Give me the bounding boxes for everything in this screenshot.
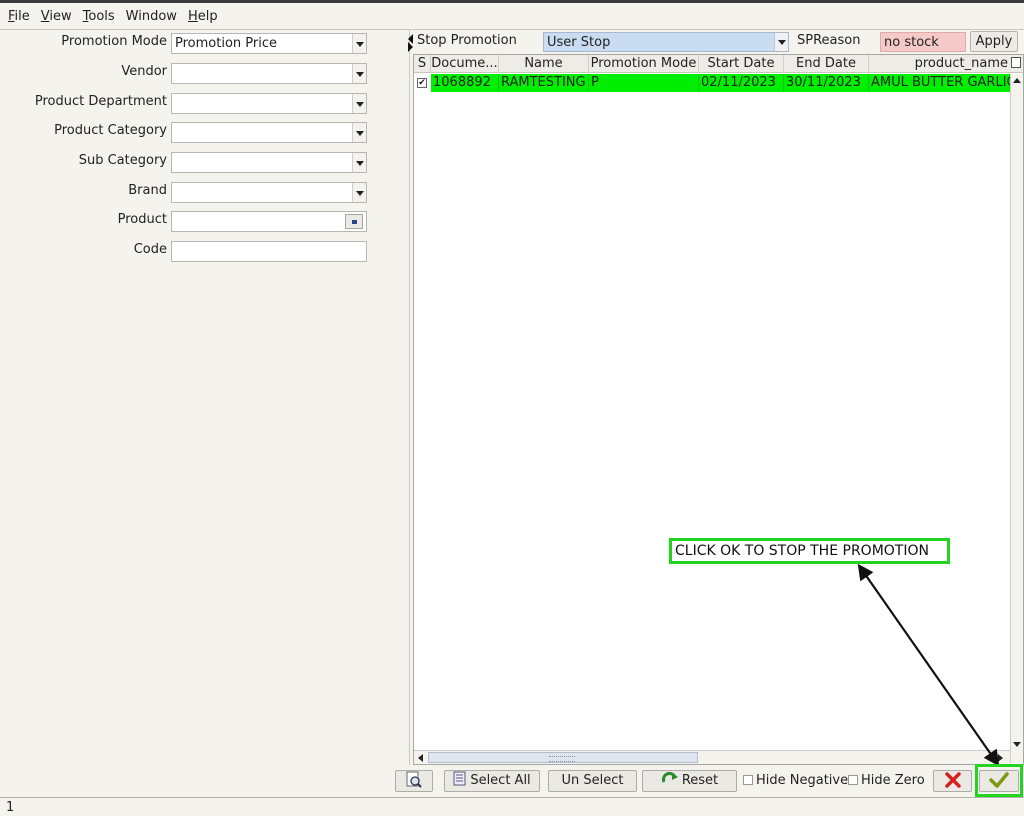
column-chooser-icon[interactable] <box>1011 57 1021 68</box>
filter-row-product-department: Product Department <box>0 92 410 114</box>
column-header-end-date[interactable]: End Date <box>784 55 869 73</box>
product-input[interactable] <box>171 211 367 232</box>
stop-promotion-label: Stop Promotion <box>417 33 517 48</box>
expand-right-icon[interactable] <box>408 42 413 52</box>
stop-type-select[interactable]: User Stop <box>543 32 789 52</box>
chevron-down-icon[interactable] <box>774 33 788 51</box>
filter-row-product-category: Product Category <box>0 121 410 143</box>
instruction-callout: CLICK OK TO STOP THE PROMOTION <box>669 538 950 564</box>
column-header-document[interactable]: Docume... <box>431 55 499 73</box>
product-category-select[interactable] <box>171 122 367 143</box>
grid-header: S Docume... Name Promotion Mode Start Da… <box>414 55 1023 73</box>
filter-row-product: Product <box>0 210 410 232</box>
product-department-label: Product Department <box>34 94 167 109</box>
horizontal-scrollbar[interactable] <box>414 750 1010 764</box>
brand-label: Brand <box>128 183 167 198</box>
bottom-toolbar: Select All Un Select Reset Hide Negative… <box>0 765 1024 797</box>
row-select-cell[interactable]: ✔ <box>414 74 431 92</box>
scroll-thumb[interactable] <box>428 752 698 763</box>
chevron-down-icon[interactable] <box>352 34 366 53</box>
code-input[interactable] <box>171 241 367 262</box>
hide-negative-toggle[interactable]: Hide Negative <box>743 773 848 789</box>
chevron-down-icon[interactable] <box>352 183 366 202</box>
reset-label: Reset <box>681 773 719 788</box>
cell-end-date: 30/11/2023 <box>784 74 869 92</box>
vendor-select[interactable] <box>171 63 367 84</box>
hide-zero-label: Hide Zero <box>861 773 925 788</box>
promotion-mode-label: Promotion Mode <box>61 34 167 49</box>
apply-button[interactable]: Apply <box>970 31 1018 52</box>
cell-promotion-mode: P <box>589 74 699 92</box>
column-header-promotion-mode[interactable]: Promotion Mode <box>589 55 699 73</box>
menu-help[interactable]: Help <box>184 9 222 24</box>
ok-button-highlight <box>975 764 1023 797</box>
promotion-grid: S Docume... Name Promotion Mode Start Da… <box>413 54 1024 765</box>
product-category-label: Product Category <box>54 123 167 138</box>
chevron-down-icon[interactable] <box>352 94 366 113</box>
select-all-icon <box>453 771 466 786</box>
filter-row-vendor: Vendor <box>0 62 410 84</box>
cancel-button[interactable] <box>933 770 972 792</box>
column-header-start-date[interactable]: Start Date <box>699 55 784 73</box>
filter-row-promotion-mode: Promotion Mode Promotion Price <box>0 32 410 54</box>
vendor-label: Vendor <box>121 64 167 79</box>
menu-window[interactable]: Window <box>122 9 181 24</box>
cell-start-date: 02/11/2023 <box>699 74 784 92</box>
cell-product-name: AMUL BUTTER GARLIC <box>869 74 1010 92</box>
product-department-select[interactable] <box>171 93 367 114</box>
scroll-up-icon[interactable] <box>1013 78 1021 83</box>
unselect-button[interactable]: Un Select <box>548 770 637 792</box>
scroll-right-icon[interactable] <box>998 754 1003 762</box>
promotion-mode-value: Promotion Price <box>175 36 277 51</box>
lookup-icon[interactable] <box>345 214 363 229</box>
product-label: Product <box>117 212 167 227</box>
filter-panel: Promotion Mode Promotion Price Vendor Pr… <box>0 30 410 765</box>
cell-name: RAMTESTING <box>499 74 589 92</box>
scroll-down-icon[interactable] <box>1013 742 1021 747</box>
column-header-name[interactable]: Name <box>499 55 589 73</box>
spreason-input[interactable]: no stock <box>880 32 966 52</box>
hide-zero-toggle[interactable]: Hide Zero <box>848 773 925 789</box>
column-header-product-name[interactable]: product_name <box>869 55 1010 73</box>
menu-file-rest: ile <box>14 8 30 24</box>
reset-button[interactable]: Reset <box>642 770 737 792</box>
menu-tools[interactable]: Tools <box>79 9 119 24</box>
results-panel: Stop Promotion User Stop SPReason no sto… <box>408 30 1024 765</box>
menu-file[interactable]: File <box>4 9 34 24</box>
select-all-button[interactable]: Select All <box>444 770 540 792</box>
preview-icon <box>406 771 422 788</box>
refresh-icon <box>661 771 678 783</box>
hide-negative-label: Hide Negative <box>756 773 849 788</box>
code-label: Code <box>133 242 167 257</box>
sub-category-label: Sub Category <box>78 153 167 168</box>
menu-bar: File View Tools Window Help <box>0 3 1024 29</box>
scroll-left-icon[interactable] <box>418 754 423 762</box>
filter-row-sub-category: Sub Category <box>0 151 410 173</box>
filter-row-code: Code <box>0 240 410 262</box>
column-header-select[interactable]: S <box>414 55 431 73</box>
preview-button[interactable] <box>395 770 433 792</box>
select-all-label: Select All <box>470 773 531 788</box>
table-row[interactable]: ✔ 1068892 RAMTESTING P 02/11/2023 30/11/… <box>414 74 1010 92</box>
promotion-mode-select[interactable]: Promotion Price <box>171 33 367 54</box>
close-icon <box>944 772 961 788</box>
status-bar: 1 <box>0 797 1024 816</box>
chevron-down-icon[interactable] <box>352 153 366 172</box>
row-checkbox[interactable]: ✔ <box>417 78 427 88</box>
status-text: 1 <box>6 800 15 815</box>
vertical-scrollbar[interactable] <box>1010 74 1023 763</box>
stop-type-value: User Stop <box>547 35 611 50</box>
chevron-down-icon[interactable] <box>352 64 366 83</box>
brand-select[interactable] <box>171 182 367 203</box>
hide-negative-checkbox[interactable] <box>743 775 753 785</box>
hide-zero-checkbox[interactable] <box>848 775 858 785</box>
cell-document: 1068892 <box>431 74 499 92</box>
menu-view[interactable]: View <box>37 9 76 24</box>
chevron-down-icon[interactable] <box>352 123 366 142</box>
sub-category-select[interactable] <box>171 152 367 173</box>
spreason-label: SPReason <box>797 33 861 48</box>
filter-row-brand: Brand <box>0 181 410 203</box>
